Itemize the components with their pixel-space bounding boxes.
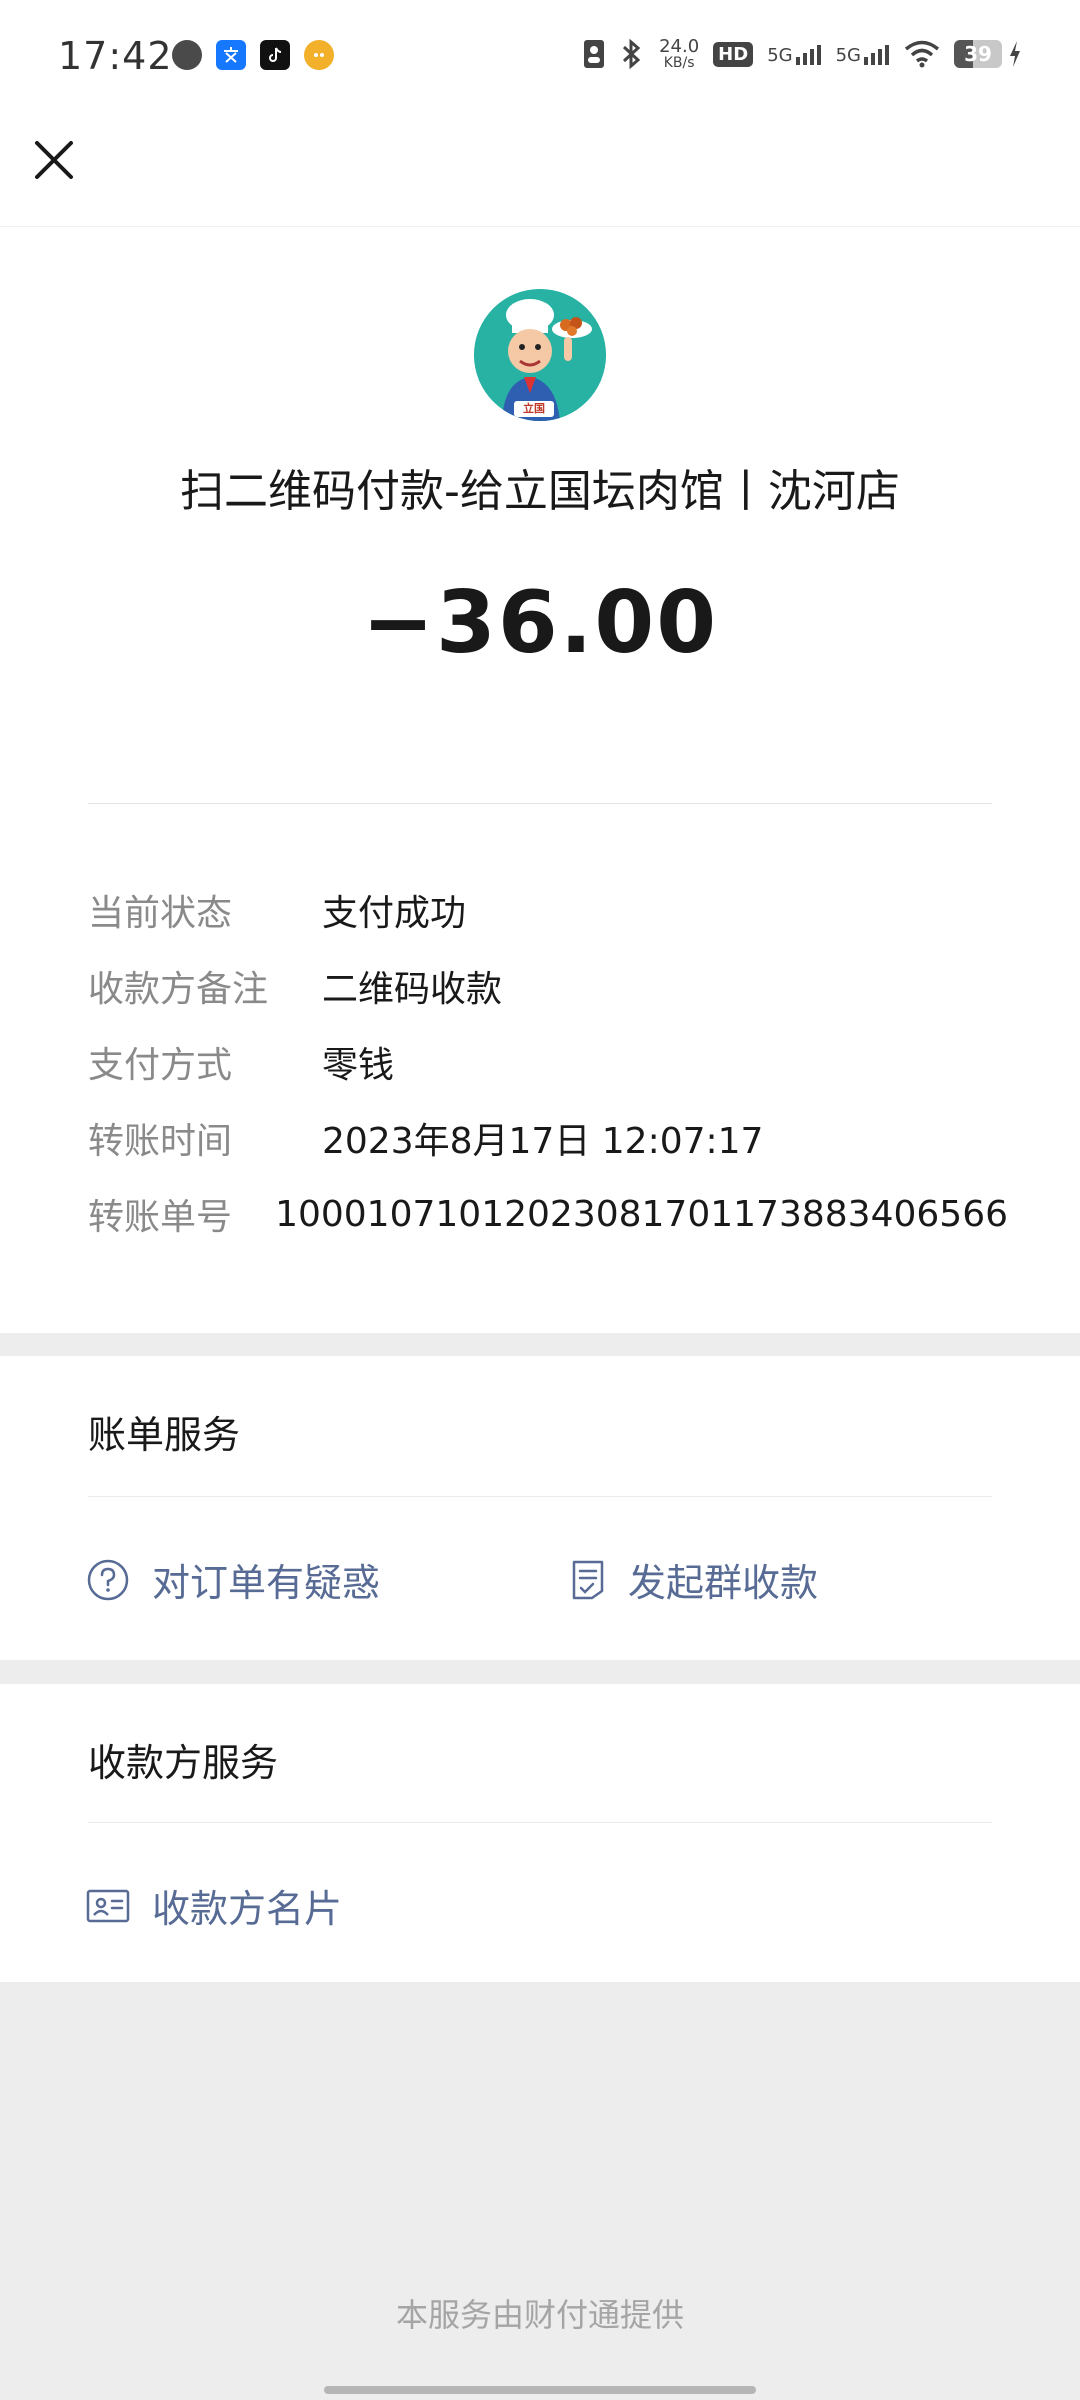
section-title: 账单服务 xyxy=(88,1413,241,1457)
charging-icon xyxy=(1010,41,1020,67)
detail-value: 二维码收款 xyxy=(322,969,503,1010)
bluetooth-icon xyxy=(623,38,641,70)
detail-value[interactable]: 10001071012023081701173883406566 xyxy=(275,1194,1008,1235)
detail-row-payment-method: 支付方式 零钱 xyxy=(88,1024,1008,1100)
close-icon xyxy=(35,141,73,179)
detail-row-transfer-id: 转账单号 10001071012023081701173883406566 xyxy=(88,1176,1008,1252)
question-icon xyxy=(87,1559,129,1600)
signal-bars-icon xyxy=(795,45,821,65)
divider xyxy=(88,803,992,804)
tiktok-icon xyxy=(260,40,290,70)
transaction-amount: −36.00 xyxy=(361,573,719,673)
section-title: 收款方服务 xyxy=(88,1741,279,1785)
detail-label: 转账单号 xyxy=(88,1197,233,1238)
footer-provider-text: 本服务由财付通提供 xyxy=(395,2296,684,2334)
battery: 39 xyxy=(954,40,1022,68)
status-app-icons xyxy=(172,40,334,70)
alipay-icon xyxy=(216,40,246,70)
order-question-label: 对订单有疑惑 xyxy=(152,1561,381,1605)
detail-value: 支付成功 xyxy=(322,893,467,934)
browser-icon xyxy=(172,40,202,70)
signal-2: 5G xyxy=(836,43,890,65)
business-card-icon xyxy=(86,1889,130,1922)
payee-card-button[interactable]: 收款方名片 xyxy=(86,1878,342,1933)
hd-badge: HD xyxy=(713,41,754,67)
transaction-card: 立国 扫二维码付款-给立国坛肉馆丨沈河店 −36.00 当前状态 支付成功 收款… xyxy=(0,226,1080,1333)
detail-label: 转账时间 xyxy=(88,1121,233,1162)
bill-services-card: 账单服务 对订单有疑惑 发起群收款 xyxy=(0,1356,1080,1660)
order-question-button[interactable]: 对订单有疑惑 xyxy=(86,1552,380,1607)
nav-bar xyxy=(0,120,1080,226)
merchant-avatar: 立国 xyxy=(474,289,606,421)
detail-label: 收款方备注 xyxy=(88,969,269,1010)
status-bar: 17:42 24.0 KB/s HD 5G 5G 39 xyxy=(0,0,1080,120)
detail-value: 零钱 xyxy=(322,1045,395,1086)
status-time: 17:42 xyxy=(58,34,173,78)
cat-app-icon xyxy=(304,40,334,70)
signal-1: 5G xyxy=(767,43,821,65)
detail-row-status: 当前状态 支付成功 xyxy=(88,872,1008,948)
contact-card-icon xyxy=(584,40,605,68)
detail-label: 支付方式 xyxy=(88,1045,233,1086)
payee-card-label: 收款方名片 xyxy=(152,1887,343,1931)
group-collect-label: 发起群收款 xyxy=(628,1561,819,1605)
detail-row-payee-note: 收款方备注 二维码收款 xyxy=(88,948,1008,1024)
payee-services-card: 收款方服务 收款方名片 xyxy=(0,1684,1080,1982)
divider xyxy=(88,1496,992,1497)
divider xyxy=(88,1822,992,1823)
detail-row-transfer-time: 转账时间 2023年8月17日 12:07:17 xyxy=(88,1100,1008,1176)
signal-bars-icon xyxy=(864,45,889,65)
transaction-details: 当前状态 支付成功 收款方备注 二维码收款 支付方式 零钱 转账时间 2023年… xyxy=(88,872,1008,1252)
avatar-label: 立国 xyxy=(523,402,545,415)
wifi-icon xyxy=(904,40,940,68)
merchant-title: 扫二维码付款-给立国坛肉馆丨沈河店 xyxy=(180,466,900,517)
detail-value: 2023年8月17日 12:07:17 xyxy=(322,1121,764,1162)
detail-label: 当前状态 xyxy=(88,893,233,934)
checklist-icon xyxy=(572,1560,604,1599)
home-indicator[interactable] xyxy=(324,2386,756,2394)
group-collect-button[interactable]: 发起群收款 xyxy=(570,1552,818,1607)
status-right: 24.0 KB/s HD 5G 5G 39 xyxy=(583,38,1022,70)
close-button[interactable] xyxy=(28,134,80,186)
net-speed: 24.0 KB/s xyxy=(659,36,700,71)
